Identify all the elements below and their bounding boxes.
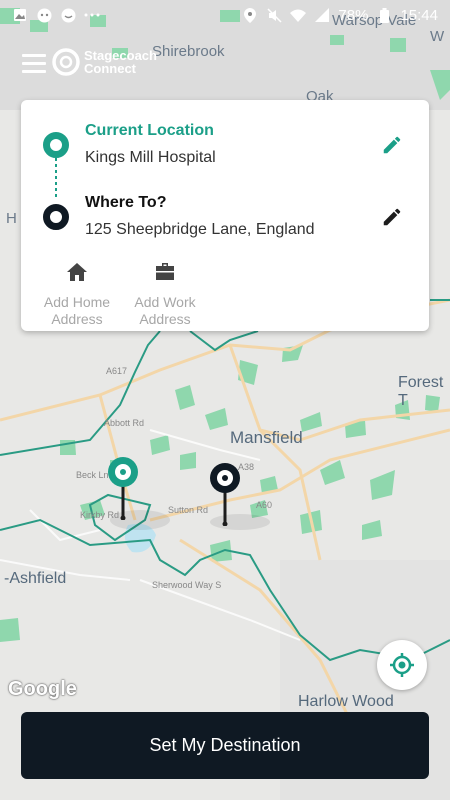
- add-work-button[interactable]: Add Work Address: [125, 260, 205, 328]
- status-time: 15:44: [400, 6, 438, 24]
- google-attribution: Google: [8, 678, 77, 700]
- destination-field[interactable]: 125 Sheepbridge Lane, England: [85, 221, 315, 239]
- battery-icon: [376, 7, 392, 23]
- signal-status-icon: [314, 7, 330, 23]
- set-destination-button[interactable]: Set My Destination: [21, 712, 429, 779]
- add-work-line-1: Add Work: [134, 294, 196, 310]
- status-bar: 78% 15:44: [0, 0, 450, 30]
- origin-map-marker[interactable]: [106, 456, 140, 520]
- map-road-abbott: Abbott Rd: [104, 418, 145, 428]
- wifi-status-icon: [290, 7, 307, 23]
- route-dotted-line: [55, 158, 57, 200]
- add-home-line-1: Add Home: [43, 294, 111, 310]
- map-road-a60: A60: [256, 500, 273, 510]
- edit-destination-icon[interactable]: [381, 206, 403, 228]
- map-label-forest-town: Forest T: [398, 374, 444, 409]
- map-label-shirebrook: Shirebrook: [152, 43, 225, 60]
- chat-notification-icon: [36, 7, 52, 23]
- trip-card: Current Location Kings Mill Hospital Whe…: [21, 100, 429, 331]
- location-status-icon: [242, 7, 258, 23]
- crosshair-icon: [390, 653, 414, 677]
- edit-origin-icon[interactable]: [381, 134, 403, 156]
- home-icon: [67, 263, 87, 281]
- destination-title: Where To?: [85, 194, 167, 211]
- app-logo: Stagecoach Connect: [52, 48, 157, 76]
- brand-line-2: Connect: [84, 61, 136, 76]
- map-road-sherwood: Sherwood Way S: [152, 580, 222, 590]
- origin-field[interactable]: Kings Mill Hospital: [85, 149, 216, 167]
- stagecoach-logo-icon: [52, 48, 80, 76]
- origin-title: Current Location: [85, 122, 214, 139]
- more-notifications-icon: [84, 7, 100, 23]
- mute-status-icon: [266, 7, 282, 23]
- add-home-button[interactable]: Add Home Address: [37, 260, 117, 328]
- map-label-h: H: [6, 210, 17, 227]
- destination-map-marker[interactable]: [208, 462, 242, 526]
- map-label-w: W: [430, 28, 445, 45]
- battery-percent: 78%: [338, 6, 369, 24]
- add-home-line-2: Address: [51, 311, 103, 327]
- add-work-line-2: Address: [139, 311, 191, 327]
- map-road-beck: Beck Ln: [76, 470, 109, 480]
- map-label-mansfield: Mansfield: [230, 428, 303, 447]
- origin-icon: [43, 132, 69, 158]
- my-location-button[interactable]: [377, 640, 427, 690]
- map-label-harlow-wood: Harlow Wood: [298, 693, 394, 710]
- menu-button[interactable]: [22, 54, 46, 74]
- image-notification-icon: [12, 7, 28, 23]
- map-road-sutton: Sutton Rd: [168, 505, 209, 515]
- briefcase-icon: [156, 263, 174, 280]
- destination-icon: [43, 204, 69, 230]
- smiley-notification-icon: [60, 7, 76, 23]
- map-label-sutton-ashfield: -Ashfield: [4, 570, 67, 587]
- map-road-a617: A617: [106, 366, 128, 376]
